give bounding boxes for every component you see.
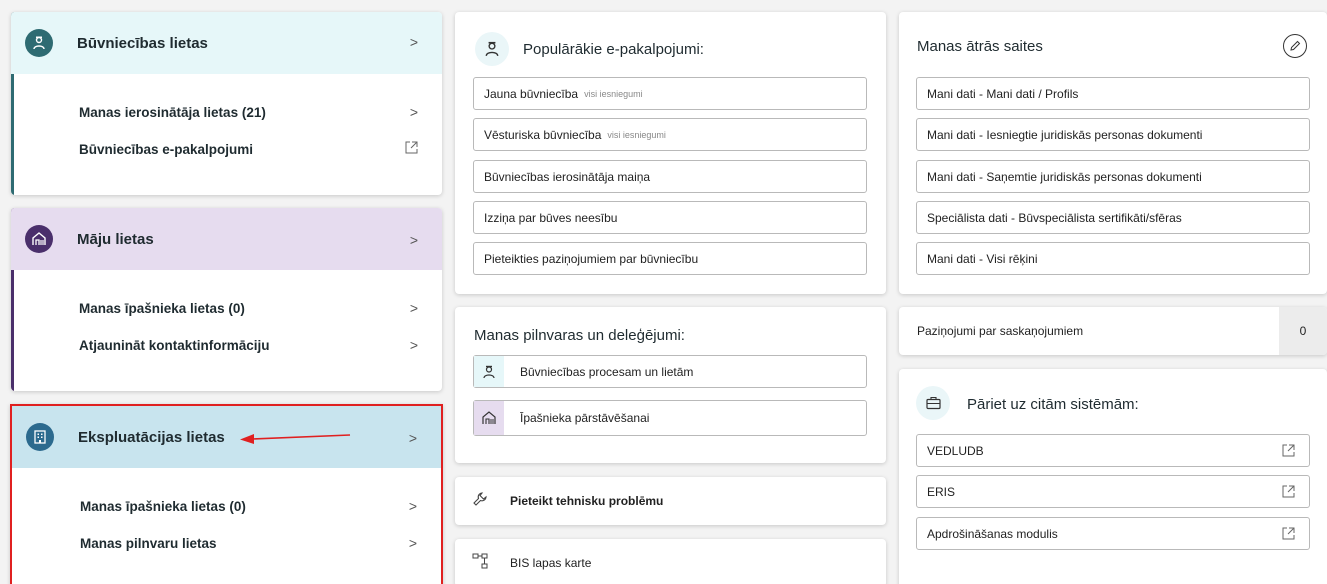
mandates-card: Manas pilnvaras un deleģējumi: Būvniecīb… — [455, 307, 886, 463]
sitemap-icon — [472, 553, 488, 574]
link-atjauninat-kontaktinformaciju[interactable]: Atjaunināt kontaktinformāciju > — [79, 335, 418, 355]
annotation-arrow-icon — [240, 434, 351, 444]
quicklink-label: Mani dati - Iesniegtie juridiskās person… — [927, 127, 1203, 142]
link-label: Manas īpašnieka lietas (0) — [79, 300, 245, 316]
quicklinks-title: Manas ātrās saites — [917, 38, 1043, 55]
wrench-icon — [472, 491, 488, 512]
buvniecibas-header[interactable]: Būvniecības lietas > — [11, 12, 442, 74]
builder-icon — [475, 32, 509, 66]
link-label: Manas īpašnieka lietas (0) — [80, 498, 246, 514]
chevron-right-icon: > — [409, 34, 418, 50]
briefcase-icon — [916, 386, 950, 420]
quicklink-sanemtie[interactable]: Mani dati - Saņemtie juridiskās personas… — [916, 160, 1310, 193]
builder-icon — [474, 356, 504, 387]
ekspluatacijas-title: Ekspluatācijas lietas — [78, 428, 225, 446]
mandate-label: Īpašnieka pārstāvēšanai — [520, 411, 650, 425]
service-jauna-buvnieciba[interactable]: Jauna būvniecība visi iesniegumi — [473, 77, 867, 110]
chevron-right-icon: > — [408, 498, 417, 514]
chevron-right-icon: > — [409, 232, 418, 248]
building-icon — [26, 423, 54, 451]
service-label: Būvniecības ierosinātāja maiņa — [484, 169, 651, 184]
house-icon — [474, 401, 504, 435]
maju-header[interactable]: Māju lietas > — [11, 208, 442, 270]
external-link-icon — [405, 141, 418, 157]
system-label: ERIS — [927, 484, 956, 499]
chevron-right-icon: > — [408, 535, 417, 551]
systems-title: Pāriet uz citām sistēmām: — [967, 396, 1139, 413]
service-sub: visi iesniegumi — [584, 88, 643, 99]
system-apdrosinasanas[interactable]: Apdrošināšanas modulis — [916, 517, 1310, 550]
system-vedludb[interactable]: VEDLUDB — [916, 434, 1310, 467]
service-izzina-neesibu[interactable]: Izziņa par būves neesību — [473, 201, 867, 234]
link-label: Atjaunināt kontaktinformāciju — [79, 337, 270, 353]
notifications-label: Paziņojumi par saskaņojumiem — [917, 324, 1084, 338]
link-ipasnieka-lietas-eksp[interactable]: Manas īpašnieka lietas (0) > — [80, 496, 417, 516]
system-label: VEDLUDB — [927, 443, 984, 458]
system-label: Apdrošināšanas modulis — [927, 526, 1058, 541]
notifications-count: 0 — [1279, 307, 1327, 355]
sitemap-label: BIS lapas karte — [510, 556, 592, 570]
sitemap-card[interactable]: BIS lapas karte — [455, 539, 886, 584]
link-ipasnieka-lietas[interactable]: Manas īpašnieka lietas (0) > — [79, 298, 418, 318]
buvniecibas-title: Būvniecības lietas — [77, 34, 208, 52]
mandate-label: Būvniecības procesam un lietām — [520, 364, 694, 379]
quicklink-label: Mani dati - Saņemtie juridiskās personas… — [927, 169, 1202, 184]
link-ierosinataja-lietas[interactable]: Manas ierosinātāja lietas (21) > — [79, 102, 418, 122]
popular-services-card: Populārākie e-pakalpojumi: Jauna būvniec… — [455, 12, 886, 294]
builder-icon — [25, 29, 53, 57]
quicklinks-card: Manas ātrās saites Mani dati - Mani dati… — [899, 12, 1327, 294]
system-eris[interactable]: ERIS — [916, 475, 1310, 508]
quicklink-label: Speciālista dati - Būvspeciālista sertif… — [927, 210, 1182, 225]
edit-icon[interactable] — [1283, 34, 1307, 58]
ekspluatacijas-card: Ekspluatācijas lietas > Manas īpašnieka … — [10, 404, 443, 584]
quicklink-iesniegtie[interactable]: Mani dati - Iesniegtie juridiskās person… — [916, 118, 1310, 151]
chevron-right-icon: > — [409, 104, 418, 120]
service-label: Jauna būvniecība — [484, 86, 579, 101]
house-icon — [25, 225, 53, 253]
maju-card: Māju lietas > Manas īpašnieka lietas (0)… — [11, 208, 442, 391]
buvniecibas-card: Būvniecības lietas > Manas ierosinātāja … — [11, 12, 442, 195]
report-label: Pieteikt tehnisku problēmu — [510, 494, 664, 508]
link-e-pakalpojumi[interactable]: Būvniecības e-pakalpojumi — [79, 139, 418, 159]
external-link-icon — [1282, 485, 1295, 501]
service-label: Vēsturiska būvniecība — [484, 127, 602, 142]
ekspluatacijas-header[interactable]: Ekspluatācijas lietas > — [12, 406, 441, 468]
quicklink-label: Mani dati - Mani dati / Profils — [927, 86, 1079, 101]
external-link-icon — [1282, 444, 1295, 460]
link-label: Manas pilnvaru lietas — [80, 535, 217, 551]
service-label: Pieteikties paziņojumiem par būvniecību — [484, 251, 699, 266]
service-label: Izziņa par būves neesību — [484, 210, 618, 225]
popular-title: Populārākie e-pakalpojumi: — [523, 41, 704, 58]
chevron-right-icon: > — [409, 337, 418, 353]
quicklink-rekini[interactable]: Mani dati - Visi rēķini — [916, 242, 1310, 275]
service-ierosinataja-maina[interactable]: Būvniecības ierosinātāja maiņa — [473, 160, 867, 193]
link-label: Manas ierosinātāja lietas (21) — [79, 104, 266, 120]
chevron-right-icon: > — [408, 430, 417, 446]
service-pieteikties-pazinojumiem[interactable]: Pieteikties paziņojumiem par būvniecību — [473, 242, 867, 275]
mandates-title: Manas pilnvaras un deleģējumi: — [474, 327, 685, 344]
chevron-right-icon: > — [409, 300, 418, 316]
external-link-icon — [1282, 527, 1295, 543]
report-problem-card[interactable]: Pieteikt tehnisku problēmu — [455, 477, 886, 525]
systems-card: Pāriet uz citām sistēmām: VEDLUDB ERIS A… — [899, 369, 1327, 584]
maju-title: Māju lietas — [77, 230, 154, 248]
mandate-ipasnieka[interactable]: Īpašnieka pārstāvēšanai — [473, 400, 867, 436]
mandate-buvniecibas[interactable]: Būvniecības procesam un lietām — [473, 355, 867, 388]
link-pilnvaru-lietas[interactable]: Manas pilnvaru lietas > — [80, 533, 417, 553]
quicklink-label: Mani dati - Visi rēķini — [927, 251, 1038, 266]
link-label: Būvniecības e-pakalpojumi — [79, 141, 254, 157]
quicklink-profils[interactable]: Mani dati - Mani dati / Profils — [916, 77, 1310, 110]
notifications-card[interactable]: Paziņojumi par saskaņojumiem 0 — [899, 307, 1327, 355]
quicklink-sertifikati[interactable]: Speciālista dati - Būvspeciālista sertif… — [916, 201, 1310, 234]
service-vesturiska-buvnieciba[interactable]: Vēsturiska būvniecība visi iesniegumi — [473, 118, 867, 151]
service-sub: visi iesniegumi — [607, 129, 666, 140]
